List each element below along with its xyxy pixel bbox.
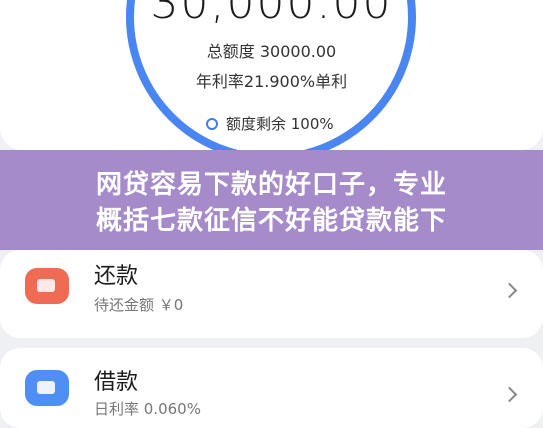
promo-banner: 网贷容易下款的好口子，专业 概括七款征信不好能贷款能下 — [0, 150, 543, 250]
remaining-credit: 额度剩余 100% — [206, 113, 334, 134]
banner-line-1: 网贷容易下款的好口子，专业 — [95, 170, 447, 200]
remaining-credit-label: 额度剩余 100% — [226, 115, 334, 133]
borrow-card-icon — [25, 370, 69, 406]
repay-row[interactable]: 还款 待还金额 ￥0 — [0, 250, 543, 338]
circle-dot-icon — [206, 117, 218, 130]
chevron-right-icon — [501, 386, 518, 403]
borrow-title: 借款 — [94, 370, 139, 395]
credit-summary-card: 30,000.00 总额度 30000.00 年利率21.900%单利 额度剩余… — [0, 0, 543, 150]
repay-subtitle: 待还金额 ￥0 — [94, 296, 184, 314]
borrow-row[interactable]: 借款 日利率 0.060% — [0, 348, 543, 428]
banner-line-2: 概括七款征信不好能贷款能下 — [95, 206, 447, 236]
repay-card-icon — [25, 268, 69, 304]
interest-rate-line: 年利率21.900%单利 — [195, 72, 348, 91]
credit-amount: 30,000.00 — [150, 0, 393, 29]
chevron-right-icon — [501, 282, 518, 299]
repay-title: 还款 — [94, 264, 139, 289]
borrow-subtitle: 日利率 0.060% — [94, 400, 201, 418]
total-credit-line: 总额度 30000.00 — [206, 42, 337, 61]
